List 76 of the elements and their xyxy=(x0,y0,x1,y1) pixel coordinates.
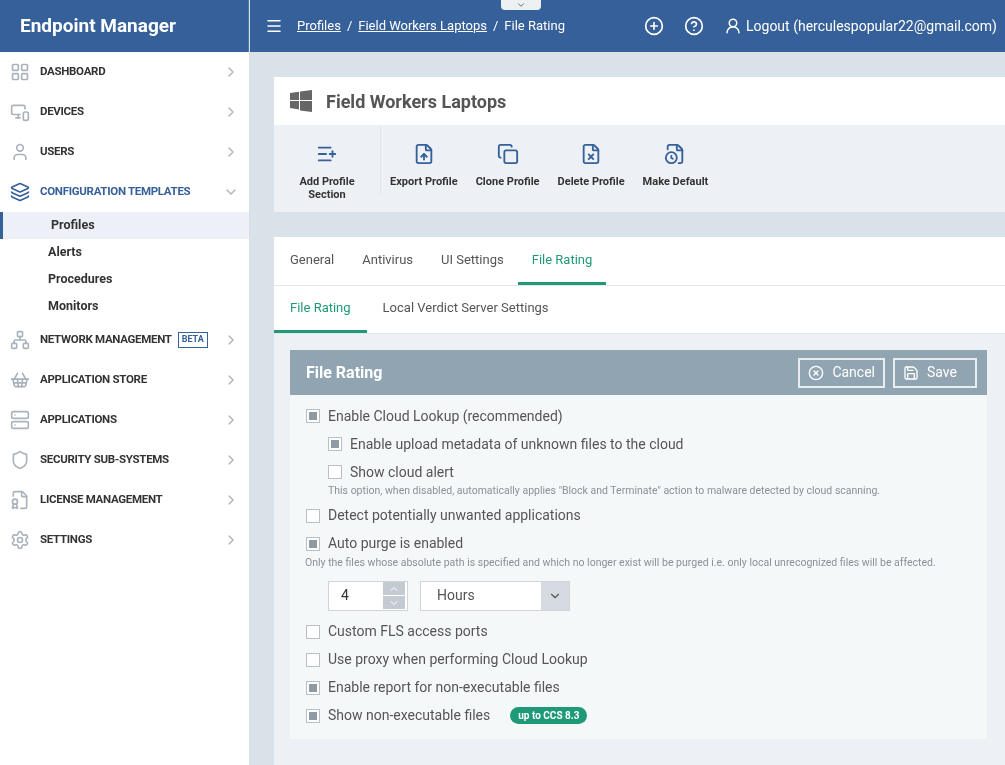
user-icon xyxy=(10,142,30,162)
option-label: Show cloud alert xyxy=(350,462,454,482)
unit-dropdown[interactable]: Hours xyxy=(420,580,570,611)
toolbar-button[interactable]: Clone Profile xyxy=(466,143,549,188)
breadcrumb-link[interactable]: Field Workers Laptops xyxy=(358,16,487,36)
tab[interactable]: Antivirus xyxy=(348,237,428,285)
sidebar-subitem[interactable]: Monitors xyxy=(0,293,249,320)
profile-title: Field Workers Laptops xyxy=(326,89,507,114)
breadcrumb-separator: / xyxy=(493,17,499,36)
collapse-tab[interactable] xyxy=(501,0,541,10)
certificate-icon xyxy=(10,490,30,510)
help-icon[interactable] xyxy=(684,16,704,36)
checkbox[interactable] xyxy=(328,465,342,479)
checkbox[interactable] xyxy=(306,708,320,723)
sidebar-item[interactable]: LICENSE MANAGEMENT xyxy=(0,480,249,520)
network-icon xyxy=(10,330,30,350)
option-label: Show non-executable files xyxy=(328,706,491,725)
toolbar-button[interactable]: Add Profile Section xyxy=(274,143,380,201)
checkbox[interactable] xyxy=(306,508,320,523)
settings-icon xyxy=(10,530,30,550)
sidebar-item[interactable]: SECURITY SUB-SYSTEMS xyxy=(0,440,249,480)
add-icon[interactable] xyxy=(644,16,664,36)
breadcrumb-current: File Rating xyxy=(504,17,565,36)
user-icon xyxy=(724,17,742,35)
caret-icon xyxy=(541,581,569,610)
checkbox[interactable] xyxy=(328,437,342,451)
option-label: Enable Cloud Lookup (recommended) xyxy=(328,406,563,427)
beta-badge: BETA xyxy=(177,332,208,348)
grid-icon xyxy=(10,62,30,82)
sidebar-item[interactable]: NETWORK MANAGEMENT BETA xyxy=(0,320,249,360)
logout-link[interactable]: Logout (herculespopular22@gmail.com) xyxy=(724,15,997,37)
save-icon xyxy=(903,364,919,381)
checkbox[interactable] xyxy=(306,680,320,695)
option-label: Auto purge is enabled xyxy=(328,534,464,554)
option-label: Use proxy when performing Cloud Lookup xyxy=(328,650,588,669)
checkbox[interactable] xyxy=(306,409,320,423)
tab[interactable]: UI Settings xyxy=(427,237,518,285)
menu-icon[interactable] xyxy=(265,17,283,35)
tab[interactable]: General xyxy=(276,237,349,285)
sidebar-item[interactable]: DASHBOARD xyxy=(0,52,249,92)
basket-icon xyxy=(10,370,30,390)
checkbox[interactable] xyxy=(306,624,320,639)
layers-icon xyxy=(10,182,30,202)
sidebar-item[interactable]: APPLICATION STORE xyxy=(0,360,249,400)
checkbox[interactable] xyxy=(306,652,320,667)
option-label: Enable report for non-executable files xyxy=(328,678,560,697)
breadcrumb-separator: / xyxy=(346,17,353,36)
server-icon xyxy=(10,410,30,430)
sidebar-item[interactable]: DEVICES xyxy=(0,92,249,132)
sidebar-item[interactable]: USERS xyxy=(0,132,249,172)
toolbar-button[interactable]: Make Default xyxy=(633,143,718,188)
option-label: Enable upload metadata of unknown files to the cloud xyxy=(350,434,684,454)
windows-logo-icon xyxy=(290,90,312,112)
sidebar-item[interactable]: APPLICATIONS xyxy=(0,400,249,440)
breadcrumb-link[interactable]: Profiles xyxy=(297,16,341,36)
toolbar-button[interactable]: Export Profile xyxy=(381,143,467,188)
sidebar-subitem[interactable]: Profiles xyxy=(0,212,249,239)
option-label: Detect potentially unwanted applications xyxy=(328,506,581,526)
sidebar-item[interactable]: CONFIGURATION TEMPLATES xyxy=(0,172,249,212)
app-title: Endpoint Manager xyxy=(20,12,176,39)
option-note: Only the files whose absolute path is specified and which no longer exist will be purged i.e. only local unrecognized files will be affected. xyxy=(305,554,937,571)
sidebar-subitem[interactable]: Alerts xyxy=(0,239,249,266)
option-note: This option, when disabled, automatically applies "Block and Terminate" action to malware detected by cloud scanning. xyxy=(328,483,882,499)
cancel-icon xyxy=(808,364,825,381)
option-label: Custom FLS access ports xyxy=(328,622,488,641)
toolbar-button[interactable]: Delete Profile xyxy=(548,143,634,188)
tab[interactable]: File Rating xyxy=(517,237,607,285)
section-header: File Rating Cancel Save xyxy=(290,350,987,395)
sidebar-subitem[interactable]: Procedures xyxy=(0,266,249,293)
sidebar-item[interactable]: SETTINGS xyxy=(0,520,249,560)
shield-icon xyxy=(10,450,30,470)
devices-icon xyxy=(10,102,30,122)
version-badge: up to CCS 8.3 xyxy=(510,707,588,724)
chevron-down-icon xyxy=(516,0,526,10)
checkbox[interactable] xyxy=(306,536,320,551)
subtab[interactable]: Local Verdict Server Settings xyxy=(366,286,565,333)
